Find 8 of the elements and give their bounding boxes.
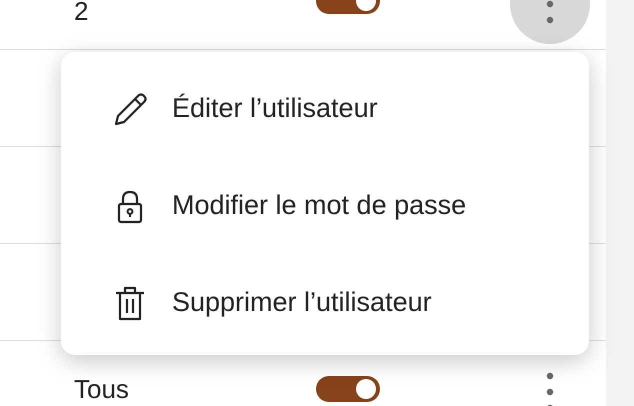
scrollbar[interactable] [606,0,634,406]
menu-item[interactable]: Modifier le mot de passe [61,157,589,254]
menu-item[interactable]: Éditer l’utilisateur [61,60,589,157]
toggle-switch[interactable] [316,376,380,402]
menu-item[interactable]: Supprimer l’utilisateur [61,254,589,351]
row-label: Tous [74,374,130,404]
more-icon [546,372,554,406]
row-label: 2 [74,0,90,26]
